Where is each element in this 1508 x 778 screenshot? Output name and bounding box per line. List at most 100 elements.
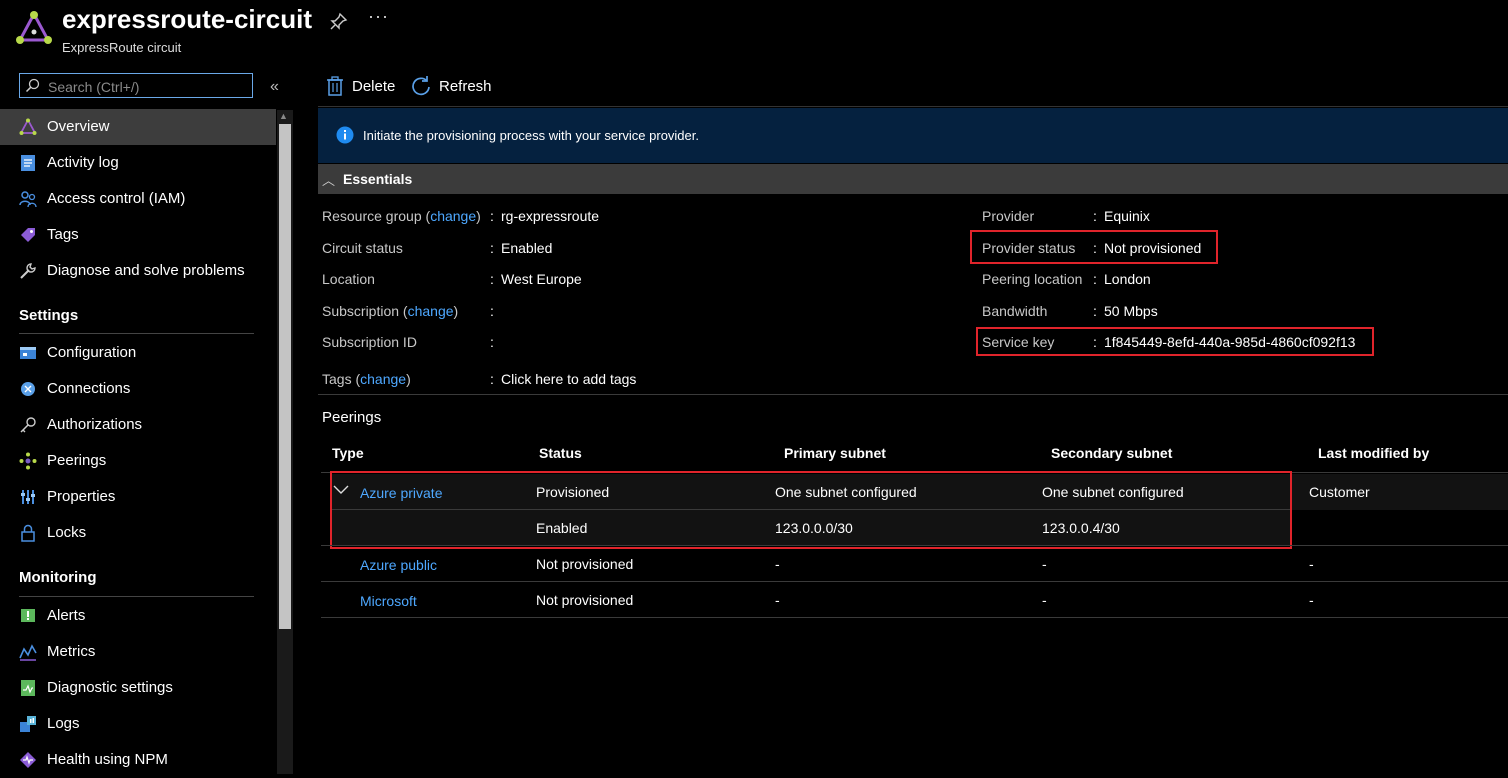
last-modified-by: - [1309, 556, 1314, 572]
health-icon [20, 752, 36, 768]
sidebar-item-tags[interactable]: Tags [0, 217, 276, 253]
last-modified-by: Customer [1309, 484, 1370, 500]
column-header-secondary-subnet[interactable]: Secondary subnet [1051, 445, 1172, 461]
refresh-button[interactable]: Refresh [411, 76, 492, 96]
key-icon [20, 417, 36, 433]
chevron-up-icon[interactable]: ︿ [322, 170, 335, 189]
column-header-type[interactable]: Type [332, 445, 364, 461]
sidebar-item-access-control[interactable]: Access control (IAM) [0, 181, 276, 217]
essentials-label: Essentials [343, 171, 413, 187]
activity-log-icon [21, 155, 35, 171]
sidebar-item-logs[interactable]: Logs [0, 706, 276, 742]
sidebar-item-alerts[interactable]: Alerts [0, 598, 276, 634]
sidebar-item-label: Alerts [47, 607, 86, 624]
search-input[interactable] [46, 76, 250, 97]
colon: : [490, 334, 494, 350]
sidebar-item-label: Authorizations [47, 416, 143, 433]
colon: : [490, 371, 494, 387]
subscription-id-key: Subscription ID [322, 334, 417, 350]
settings-heading: Settings [19, 307, 79, 324]
sidebar-item-label: Peerings [47, 452, 107, 469]
sidebar-item-label: Metrics [47, 643, 96, 660]
more-options-icon[interactable]: ··· [368, 6, 389, 27]
primary-subnet: - [775, 556, 780, 572]
iam-icon [19, 191, 37, 208]
sidebar-item-overview[interactable]: Overview [0, 109, 276, 145]
primary-subnet: - [775, 592, 780, 608]
secondary-subnet: - [1042, 556, 1047, 572]
location-value: West Europe [501, 271, 582, 287]
sidebar-item-label: Properties [47, 488, 116, 505]
configuration-icon [20, 347, 36, 359]
peering-type-link[interactable]: Microsoft [360, 593, 417, 609]
column-header-status[interactable]: Status [539, 445, 582, 461]
sidebar-item-diagnose[interactable]: Diagnose and solve problems [0, 253, 276, 289]
sidebar-scrollbar-thumb[interactable] [279, 124, 291, 629]
secondary-subnet: - [1042, 592, 1047, 608]
last-modified-by: - [1309, 592, 1314, 608]
sidebar-item-locks[interactable]: Locks [0, 515, 276, 551]
provider-value: Equinix [1104, 208, 1150, 224]
colon: : [1093, 208, 1097, 224]
colon: : [490, 271, 494, 287]
sidebar-item-label: Tags [47, 226, 79, 243]
provider-key: Provider [982, 208, 1035, 224]
search-box[interactable] [19, 73, 253, 98]
sidebar-item-label: Logs [47, 715, 80, 732]
lock-icon [21, 524, 35, 542]
highlight-box [970, 230, 1218, 264]
sidebar-item-label: Diagnostic settings [47, 679, 173, 696]
add-tags-link[interactable]: Click here to add tags [501, 371, 636, 387]
metrics-icon [19, 644, 37, 661]
sidebar-item-health-npm[interactable]: Health using NPM [0, 742, 276, 778]
sidebar-item-peerings[interactable]: Peerings [0, 443, 276, 479]
colon: : [490, 208, 494, 224]
delete-label: Delete [352, 77, 396, 95]
sidebar-item-diagnostic-settings[interactable]: Diagnostic settings [0, 670, 276, 706]
sidebar-item-configuration[interactable]: Configuration [0, 335, 276, 371]
expressroute-logo-icon [16, 10, 52, 44]
bandwidth-value: 50 Mbps [1104, 303, 1158, 319]
change-resource-group-link[interactable]: change [430, 208, 476, 224]
peering-status: Not provisioned [536, 592, 634, 608]
sidebar-item-metrics[interactable]: Metrics [0, 634, 276, 670]
peerings-title: Peerings [322, 409, 382, 426]
trash-icon [327, 76, 343, 96]
divider [321, 545, 1508, 546]
monitoring-heading: Monitoring [19, 569, 97, 586]
sidebar-item-properties[interactable]: Properties [0, 479, 276, 515]
properties-icon [21, 490, 35, 504]
peering-location-key: Peering location [982, 271, 1083, 287]
column-header-last-modified-by[interactable]: Last modified by [1318, 445, 1429, 461]
peerings-icon [19, 452, 37, 470]
pin-icon[interactable] [330, 12, 348, 30]
banner-text: Initiate the provisioning process with y… [363, 128, 699, 143]
divider [321, 581, 1508, 582]
logs-icon [20, 716, 36, 732]
highlight-box [330, 471, 1292, 549]
change-tags-link[interactable]: change [360, 371, 406, 387]
divider [19, 333, 254, 334]
collapse-sidebar-button[interactable]: « [270, 78, 279, 96]
connections-icon [21, 382, 35, 396]
circuit-status-key: Circuit status [322, 240, 403, 256]
sidebar-item-connections[interactable]: Connections [0, 371, 276, 407]
refresh-icon [412, 76, 430, 96]
delete-button[interactable]: Delete [326, 76, 395, 96]
peering-location-value: London [1104, 271, 1151, 287]
tag-icon [21, 228, 35, 242]
expressroute-icon [19, 118, 37, 135]
colon: : [1093, 271, 1097, 287]
scroll-up-icon[interactable]: ▲ [279, 111, 288, 121]
essentials-header[interactable] [318, 164, 1508, 194]
sidebar-item-activity-log[interactable]: Activity log [0, 145, 276, 181]
column-header-primary-subnet[interactable]: Primary subnet [784, 445, 886, 461]
sidebar-item-label: Connections [47, 380, 131, 397]
sidebar-item-label: Access control (IAM) [47, 190, 186, 207]
peering-status: Not provisioned [536, 556, 634, 572]
resource-group-value-link[interactable]: rg-expressroute [501, 208, 599, 224]
change-subscription-link[interactable]: change [408, 303, 454, 319]
peering-type-link[interactable]: Azure public [360, 557, 437, 573]
sidebar-item-authorizations[interactable]: Authorizations [0, 407, 276, 443]
divider [318, 106, 1508, 107]
